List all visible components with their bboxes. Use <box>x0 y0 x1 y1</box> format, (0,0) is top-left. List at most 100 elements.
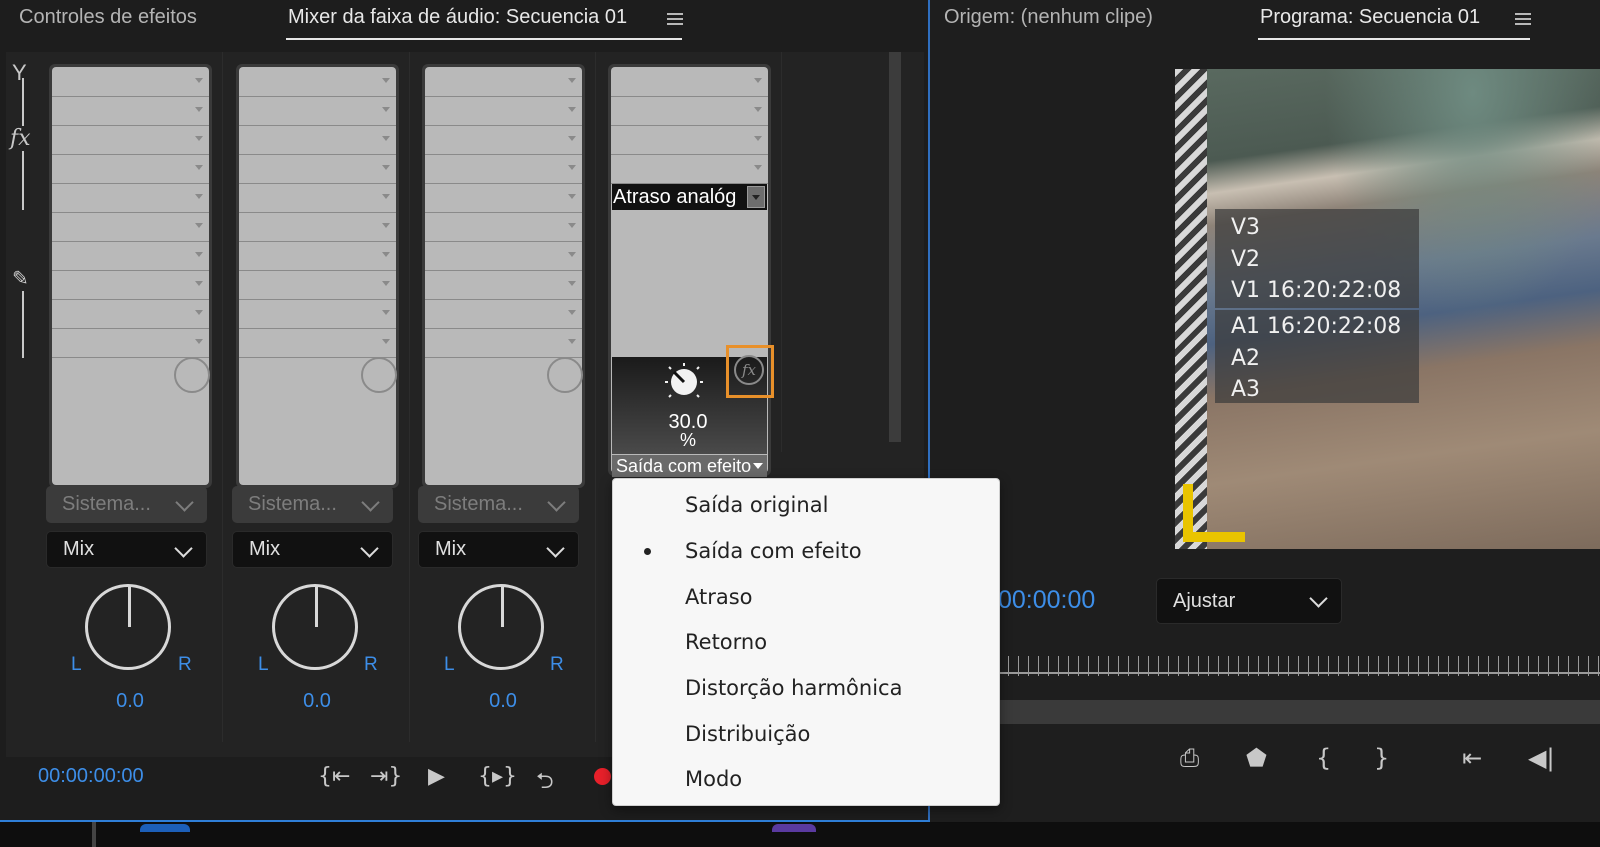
program-video-frame[interactable] <box>1175 69 1600 549</box>
panel-menu-icon[interactable] <box>1515 10 1531 28</box>
send-slot[interactable] <box>239 328 396 358</box>
tab-audio-track-mixer[interactable]: Mixer da faixa de áudio: Secuencia 01 <box>288 6 627 29</box>
effect-slot[interactable] <box>425 67 582 97</box>
overlay-v2: V2 <box>1231 247 1261 272</box>
effect-slot[interactable] <box>425 96 582 126</box>
send-slot[interactable] <box>239 212 396 242</box>
menu-item-mode[interactable]: Modo <box>685 767 742 791</box>
bypass-knob[interactable] <box>361 357 397 393</box>
play-in-to-out-icon[interactable]: {▸} <box>478 764 517 789</box>
marker-icon[interactable]: ⬟ <box>1246 744 1267 772</box>
send-slot[interactable] <box>425 299 582 329</box>
tab-program-monitor[interactable]: Programa: Secuencia 01 <box>1260 6 1480 29</box>
overlay-a3: A3 <box>1231 377 1261 402</box>
effect-slot[interactable] <box>239 96 396 126</box>
bypass-knob[interactable] <box>174 357 210 393</box>
menu-item-original-output[interactable]: Saída original <box>685 493 828 517</box>
pan-value[interactable]: 0.0 <box>90 690 170 713</box>
send-slot[interactable] <box>425 328 582 358</box>
effect-slot[interactable] <box>611 154 768 184</box>
automation-mode-label: Mix <box>63 538 95 560</box>
track-output-dropdown[interactable]: Sistema... <box>232 486 393 523</box>
pan-knob[interactable] <box>272 584 358 670</box>
pan-knob[interactable] <box>458 584 544 670</box>
automation-mode-dropdown[interactable]: Mix <box>46 531 207 568</box>
effect-slot[interactable] <box>52 125 209 155</box>
effects-rack-track-3 <box>422 64 585 488</box>
send-slot[interactable] <box>425 212 582 242</box>
automation-mode-dropdown[interactable]: Mix <box>418 531 579 568</box>
tab-source-monitor[interactable]: Origem: (nenhum clipe) <box>944 6 1153 29</box>
step-back-icon[interactable]: ◀| <box>1528 744 1555 772</box>
effect-slot[interactable] <box>425 125 582 155</box>
effect-name-dropdown[interactable]: Atraso analóg <box>612 184 767 210</box>
effect-slot[interactable] <box>425 183 582 213</box>
effect-slot[interactable] <box>239 154 396 184</box>
effect-slot[interactable] <box>611 125 768 155</box>
menu-item-harmonic-distortion[interactable]: Distorção harmônica <box>685 676 902 700</box>
menu-item-effect-output[interactable]: Saída com efeito <box>685 539 862 563</box>
loop-icon[interactable]: ⮌ <box>536 764 554 802</box>
send-icon[interactable]: Y <box>12 60 27 86</box>
pan-value[interactable]: 0.0 <box>277 690 357 713</box>
send-slot[interactable] <box>239 299 396 329</box>
zoom-fit-label: Ajustar <box>1173 589 1236 612</box>
effect-slot[interactable] <box>52 67 209 97</box>
fx-icon[interactable]: fx <box>10 126 31 151</box>
send-slot[interactable] <box>52 270 209 300</box>
mark-out-icon[interactable]: } <box>1374 744 1389 772</box>
effect-slot[interactable] <box>611 96 768 126</box>
rack-bracket <box>22 290 24 358</box>
send-slot[interactable] <box>52 241 209 271</box>
play-icon[interactable]: ▶ <box>428 764 445 789</box>
mixer-scrollbar[interactable] <box>889 52 901 442</box>
overlay-v3: V3 <box>1231 215 1261 240</box>
bypass-knob[interactable] <box>547 357 583 393</box>
export-frame-icon[interactable]: ⎙ <box>1180 744 1199 772</box>
effect-parameter-selector[interactable]: Saída com efeito <box>612 455 767 477</box>
pan-left-label: L <box>71 654 82 675</box>
track-output-dropdown[interactable]: Sistema... <box>46 486 207 523</box>
menu-item-delay[interactable]: Atraso <box>685 585 753 609</box>
automation-mode-dropdown[interactable]: Mix <box>232 531 393 568</box>
mark-in-icon[interactable]: { <box>1316 744 1331 772</box>
track-output-dropdown[interactable]: Sistema... <box>418 486 579 523</box>
effect-slot[interactable] <box>239 125 396 155</box>
effect-slot[interactable] <box>239 67 396 97</box>
send-slot[interactable] <box>52 299 209 329</box>
zoom-scrollbar[interactable] <box>998 700 1600 724</box>
tab-effect-controls[interactable]: Controles de efeitos <box>19 6 197 29</box>
effect-parameter-knob[interactable] <box>664 362 704 402</box>
effect-slot[interactable] <box>52 96 209 126</box>
send-slot[interactable] <box>425 270 582 300</box>
fx-bypass-icon[interactable]: fx <box>734 355 764 385</box>
menu-item-spread[interactable]: Distribuição <box>685 722 810 746</box>
effect-parameter-unit: % <box>679 430 696 450</box>
effect-slot[interactable] <box>52 183 209 213</box>
record-icon[interactable] <box>594 768 611 785</box>
send-slot[interactable] <box>425 241 582 271</box>
send-slot[interactable] <box>239 270 396 300</box>
send-slot[interactable] <box>52 328 209 358</box>
effect-slot[interactable] <box>239 183 396 213</box>
send-slot[interactable] <box>239 241 396 271</box>
send-slot[interactable] <box>52 212 209 242</box>
program-timecode[interactable]: 00:00:00 <box>998 586 1095 615</box>
effect-slot[interactable] <box>425 154 582 184</box>
go-to-in-icon[interactable]: {⇤ <box>318 764 350 789</box>
panel-menu-icon[interactable] <box>667 10 683 28</box>
pan-knob[interactable] <box>85 584 171 670</box>
chevron-down-icon[interactable] <box>747 186 765 208</box>
pan-value[interactable]: 0.0 <box>463 690 543 713</box>
effects-rack-track-2 <box>236 64 399 488</box>
pan-right-label: R <box>550 654 564 675</box>
zoom-fit-dropdown[interactable]: Ajustar <box>1156 578 1342 624</box>
go-to-in-icon[interactable]: ⇤ <box>1462 744 1482 772</box>
automation-icon[interactable]: ✎ <box>12 266 29 291</box>
go-to-out-icon[interactable]: ⇥} <box>370 764 402 789</box>
effect-slot[interactable] <box>52 154 209 184</box>
menu-item-feedback[interactable]: Retorno <box>685 630 767 654</box>
mixer-timecode[interactable]: 00:00:00:00 <box>38 765 144 788</box>
chevron-down-icon <box>1309 589 1328 608</box>
effect-slot[interactable] <box>611 67 768 97</box>
